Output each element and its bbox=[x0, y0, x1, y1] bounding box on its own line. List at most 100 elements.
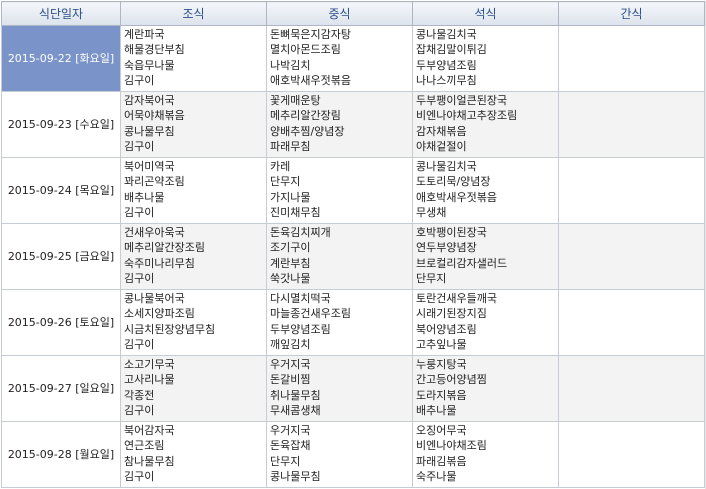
dish-item: 브로컬리감자샐러드 bbox=[416, 256, 508, 270]
table-row[interactable]: 2015-09-27 [일요일] 소고기무국 고사리나물 각종전 김구이 우거지국 돈갈비찜… bbox=[1, 355, 705, 422]
dish-item: 우거지국 bbox=[270, 358, 311, 371]
date-cell[interactable]: 2015-09-22 [화요일] bbox=[1, 25, 121, 92]
dish-item: 돈육잡채 bbox=[270, 439, 311, 453]
dish-item: 두부양념조림 bbox=[270, 322, 331, 336]
dish-item: 김구이 bbox=[124, 140, 155, 154]
dish-item: 시래기된장지짐 bbox=[416, 307, 487, 321]
dish-item: 깨잎김치 bbox=[270, 338, 311, 352]
dish-item: 단무지 bbox=[416, 272, 447, 286]
dish-item: 김구이 bbox=[124, 206, 155, 220]
dish-item: 숙주나물 bbox=[416, 470, 457, 484]
dish-item: 두부팽이얼큰된장국 bbox=[416, 94, 508, 107]
dish-item: 어묵야채볶음 bbox=[124, 109, 185, 123]
column-header-snack[interactable]: 간식 bbox=[558, 1, 705, 26]
dinner-cell: 오징어무국비엔나야채조림 파래김볶음숙주나물 bbox=[412, 421, 559, 488]
dish-item: 계란부침 bbox=[270, 256, 311, 270]
breakfast-cell: 계란파국 해물경단부침 숙읍무나물 김구이 bbox=[120, 25, 267, 92]
snack-cell bbox=[558, 355, 705, 422]
dish-item: 고추잎나물 bbox=[416, 338, 467, 352]
snack-cell bbox=[558, 421, 705, 488]
dish-item: 나박김치 bbox=[270, 58, 311, 72]
dinner-cell: 토란건새우들깨국 시래기된장지짐 북어양념조림 고추잎나물 bbox=[412, 289, 559, 356]
dish-item: 연근조림 bbox=[124, 439, 165, 453]
dish-item: 북어감자국 bbox=[124, 424, 175, 437]
dish-item: 호박팽이된장국 bbox=[416, 226, 487, 239]
dish-item: 누룽지탕국 bbox=[416, 358, 467, 371]
dish-item: 단무지 bbox=[270, 175, 301, 189]
dish-item: 도토리묵/양념장 bbox=[416, 175, 491, 189]
dish-item: 계란파국 bbox=[124, 28, 165, 41]
dish-item: 돈육김치찌개 bbox=[270, 226, 331, 239]
dish-item: 김구이 bbox=[124, 404, 155, 418]
snack-cell bbox=[558, 223, 705, 290]
dish-item: 도라지볶음 bbox=[416, 388, 467, 402]
table-row[interactable]: 2015-09-26 [토요일] 콩나물북어국 소세지양파조림 시금치된장양념무침 김구… bbox=[1, 289, 705, 356]
dinner-cell: 콩나물김치국잡채김말이튀김 두부양념조림나나스끼무침 bbox=[412, 25, 559, 92]
dish-item: 비엔나야채조림 bbox=[416, 439, 487, 453]
dish-item: 쑥갓나물 bbox=[270, 272, 311, 286]
dish-item: 해물경단부침 bbox=[124, 43, 185, 57]
dish-item: 진미채무침 bbox=[270, 206, 321, 220]
dish-item: 시금치된장양념무침 bbox=[124, 322, 216, 336]
dish-item: 다시멸치떡국 bbox=[270, 292, 331, 305]
table-row[interactable]: 2015-09-24 [목요일] 북어미역국 꽈리곤약조림 배추나물 김구이 카레 단무지 가… bbox=[1, 157, 705, 224]
breakfast-cell: 소고기무국고사리나물 각종전김구이 bbox=[120, 355, 267, 422]
dish-item: 참나물무침 bbox=[124, 454, 175, 468]
dish-item: 김구이 bbox=[124, 272, 155, 286]
dish-item: 북어양념조림 bbox=[416, 322, 477, 336]
dish-item: 잡채김말이튀김 bbox=[416, 43, 487, 57]
dish-item: 오징어무국 bbox=[416, 424, 467, 437]
date-cell[interactable]: 2015-09-28 [월요일] bbox=[1, 421, 121, 488]
dish-item: 고사리나물 bbox=[124, 373, 175, 387]
lunch-cell: 우거지국 돈갈비찜 취나물무침 무새콤생채 bbox=[266, 355, 413, 422]
meal-plan-table: 식단일자 조식 중식 석식 간식 2015-09-22 [화요일] 계란파국해물경… bbox=[1, 1, 705, 488]
breakfast-cell: 감자북어국어묵야채볶음 콩나물무침김구이 bbox=[120, 91, 267, 158]
dish-item: 카레 bbox=[270, 160, 291, 173]
dinner-cell: 호박팽이된장국연두부양념장 브로컬리감자샐러드단무지 bbox=[412, 223, 559, 290]
date-cell[interactable]: 2015-09-23 [수요일] bbox=[1, 91, 121, 158]
dish-item: 숙주미나리무침 bbox=[124, 256, 195, 270]
dish-item: 콩나물북어국 bbox=[124, 292, 185, 305]
dish-item: 각종전 bbox=[124, 388, 155, 402]
dish-item: 파래김볶음 bbox=[416, 454, 467, 468]
dish-item: 단무지 bbox=[270, 454, 301, 468]
dish-item: 감자채볶음 bbox=[416, 124, 467, 138]
dish-item: 메추리알간장림 bbox=[270, 109, 341, 123]
column-header-lunch[interactable]: 중식 bbox=[266, 1, 413, 26]
dish-item: 소고기무국 bbox=[124, 358, 175, 371]
dish-item: 양배추찜/양념장 bbox=[270, 124, 345, 138]
date-cell[interactable]: 2015-09-26 [토요일] bbox=[1, 289, 121, 356]
dish-item: 숙읍무나물 bbox=[124, 58, 175, 72]
date-cell[interactable]: 2015-09-25 [금요일] bbox=[1, 223, 121, 290]
date-cell[interactable]: 2015-09-24 [목요일] bbox=[1, 157, 121, 224]
dish-item: 콩나물무침 bbox=[124, 124, 175, 138]
dish-item: 가지나물 bbox=[270, 190, 311, 204]
dish-item: 조기구이 bbox=[270, 241, 311, 255]
dish-item: 간고등어양념찜 bbox=[416, 373, 487, 387]
dinner-cell: 두부팽이얼큰된장국 비엔나야채고추장조림 감자채볶음 야채겉절이 bbox=[412, 91, 559, 158]
dish-item: 돈뼈묵은지감자탕 bbox=[270, 28, 351, 41]
dish-item: 배추나물 bbox=[124, 190, 165, 204]
dish-item: 콩나물김치국 bbox=[416, 28, 477, 41]
column-header-dinner[interactable]: 석식 bbox=[412, 1, 559, 26]
table-row[interactable]: 2015-09-28 [월요일] 북어감자국 연근조림 참나물무침 김구이 우거지국 돈육잡… bbox=[1, 421, 705, 488]
dish-item: 두부양념조림 bbox=[416, 58, 477, 72]
column-header-breakfast[interactable]: 조식 bbox=[120, 1, 267, 26]
date-cell[interactable]: 2015-09-27 [일요일] bbox=[1, 355, 121, 422]
column-header-date[interactable]: 식단일자 bbox=[1, 1, 121, 26]
dish-item: 감자북어국 bbox=[124, 94, 175, 107]
lunch-cell: 돈뼈묵은지감자탕 멸치아몬드조림 나박김치 애호박새우젓볶음 bbox=[266, 25, 413, 92]
dish-item: 애호박새우젓볶음 bbox=[270, 74, 351, 88]
table-row[interactable]: 2015-09-23 [수요일] 감자북어국 어묵야채볶음 콩나물무침 김구이 꽃게매운탕… bbox=[1, 91, 705, 158]
dish-item: 배추나물 bbox=[416, 404, 457, 418]
dish-item: 메추리알간장조림 bbox=[124, 241, 205, 255]
header-row: 식단일자 조식 중식 석식 간식 bbox=[1, 1, 705, 26]
meal-table-body: 2015-09-22 [화요일] 계란파국해물경단부침 숙읍무나물김구이 돈뼈묵은지감… bbox=[1, 25, 705, 488]
dish-item: 나나스끼무침 bbox=[416, 74, 477, 88]
dish-item: 김구이 bbox=[124, 338, 155, 352]
lunch-cell: 카레단무지 가지나물진미채무침 bbox=[266, 157, 413, 224]
table-row[interactable]: 2015-09-25 [금요일] 건새우아욱국 메추리알간장조림 숙주미나리무침 김구이… bbox=[1, 223, 705, 290]
lunch-cell: 우거지국 돈육잡채 단무지 콩나물무침 bbox=[266, 421, 413, 488]
dish-item: 연두부양념장 bbox=[416, 241, 477, 255]
table-row[interactable]: 2015-09-22 [화요일] 계란파국 해물경단부침 숙읍무나물 김구이 돈뼈묵은지감… bbox=[1, 25, 705, 92]
